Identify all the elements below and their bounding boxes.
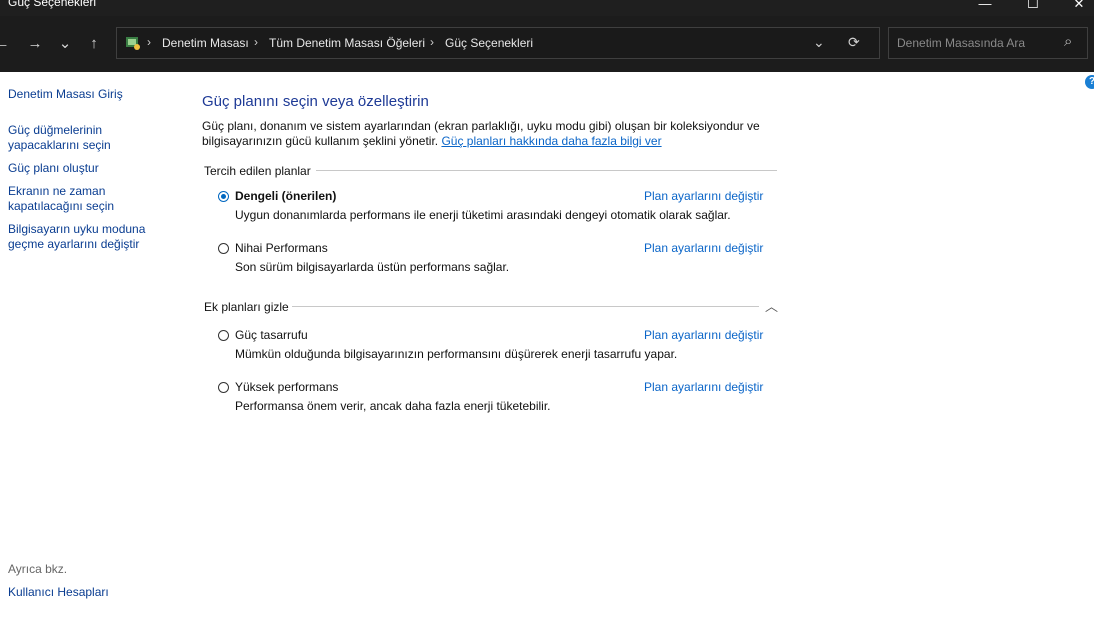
page-title: Güç planını seçin veya özelleştirin	[202, 93, 429, 110]
search-placeholder: Denetim Masasında Ara	[897, 36, 1026, 50]
plan-ultimate-change-link[interactable]: Plan ayarlarını değiştir	[644, 241, 763, 255]
extra-plans-header[interactable]: Ek planları gizle	[204, 300, 289, 314]
help-icon[interactable]: ?	[1085, 75, 1094, 89]
breadcrumb-control-panel[interactable]: Denetim Masası	[162, 36, 249, 50]
learn-more-link[interactable]: Güç planları hakkında daha fazla bilgi v…	[441, 134, 661, 148]
navigation-bar: ← → ⌄ ↑ › Denetim Masası › Tüm Denetim M…	[0, 16, 1094, 72]
search-box[interactable]: Denetim Masasında Ara ⌕	[888, 27, 1088, 59]
search-icon[interactable]: ⌕	[1064, 33, 1072, 50]
page-description: Güç planı, donanım ve sistem ayarlarında…	[202, 119, 782, 149]
plan-ultimate-name[interactable]: Nihai Performans	[235, 241, 328, 255]
sidebar-create-plan-link[interactable]: Güç planı oluştur	[8, 161, 99, 176]
address-bar[interactable]: › Denetim Masası › Tüm Denetim Masası Öğ…	[116, 27, 880, 59]
breadcrumb-separator: ›	[147, 35, 151, 49]
plan-power-saver-radio[interactable]	[218, 330, 229, 341]
user-accounts-link[interactable]: Kullanıcı Hesapları	[8, 585, 109, 600]
divider	[292, 306, 759, 307]
plan-ultimate-desc: Son sürüm bilgisayarlarda üstün performa…	[235, 260, 510, 274]
plan-power-saver-change-link[interactable]: Plan ayarlarını değiştir	[644, 328, 763, 342]
collapse-chevron-icon[interactable]: ︿	[765, 296, 778, 315]
plan-high-performance-radio[interactable]	[218, 382, 229, 393]
up-button[interactable]: ↑	[82, 34, 106, 54]
refresh-icon[interactable]: ⟳	[848, 34, 860, 51]
minimize-button[interactable]: —	[970, 0, 1000, 12]
plan-balanced-desc: Uygun donanımlarda performans ile enerji…	[235, 208, 731, 222]
plan-balanced-radio[interactable]	[218, 191, 229, 202]
window-title: Güç Seçenekleri	[8, 0, 97, 9]
close-button[interactable]: ✕	[1064, 0, 1094, 12]
breadcrumb-separator: ›	[430, 35, 434, 49]
plan-balanced-name[interactable]: Dengeli (önerilen)	[235, 189, 336, 203]
control-panel-icon	[125, 35, 141, 51]
preferred-plans-header: Tercih edilen planlar	[204, 164, 311, 178]
sidebar-display-off-link[interactable]: Ekranın ne zaman kapatılacağını seçin	[8, 184, 118, 214]
title-bar: Güç Seçenekleri — ☐ ✕	[0, 0, 1094, 16]
divider	[316, 170, 777, 171]
plan-balanced-change-link[interactable]: Plan ayarlarını değiştir	[644, 189, 763, 203]
plan-high-performance-change-link[interactable]: Plan ayarlarını değiştir	[644, 380, 763, 394]
sidebar-power-buttons-link[interactable]: Güç düğmelerinin yapacaklarını seçin	[8, 123, 118, 153]
address-dropdown-icon[interactable]: ⌄	[813, 34, 825, 51]
sidebar-home-link[interactable]: Denetim Masası Giriş	[8, 87, 123, 102]
breadcrumb-all-items[interactable]: Tüm Denetim Masası Öğeleri	[269, 36, 425, 50]
plan-power-saver-desc: Mümkün olduğunda bilgisayarınızın perfor…	[235, 347, 678, 361]
plan-high-performance-desc: Performansa önem verir, ancak daha fazla…	[235, 399, 551, 413]
sidebar-sleep-settings-link[interactable]: Bilgisayarın uyku moduna geçme ayarların…	[8, 222, 148, 252]
plan-power-saver-name[interactable]: Güç tasarrufu	[235, 328, 308, 342]
breadcrumb-separator: ›	[254, 35, 258, 49]
see-also-label: Ayrıca bkz.	[8, 562, 68, 576]
plan-high-performance-name[interactable]: Yüksek performans	[235, 380, 338, 394]
back-button[interactable]: ←	[0, 34, 14, 54]
plan-ultimate-radio[interactable]	[218, 243, 229, 254]
recent-locations-button[interactable]: ⌄	[53, 34, 77, 54]
breadcrumb-power-options[interactable]: Güç Seçenekleri	[445, 36, 533, 50]
maximize-button[interactable]: ☐	[1018, 0, 1048, 12]
forward-button[interactable]: →	[23, 34, 47, 54]
